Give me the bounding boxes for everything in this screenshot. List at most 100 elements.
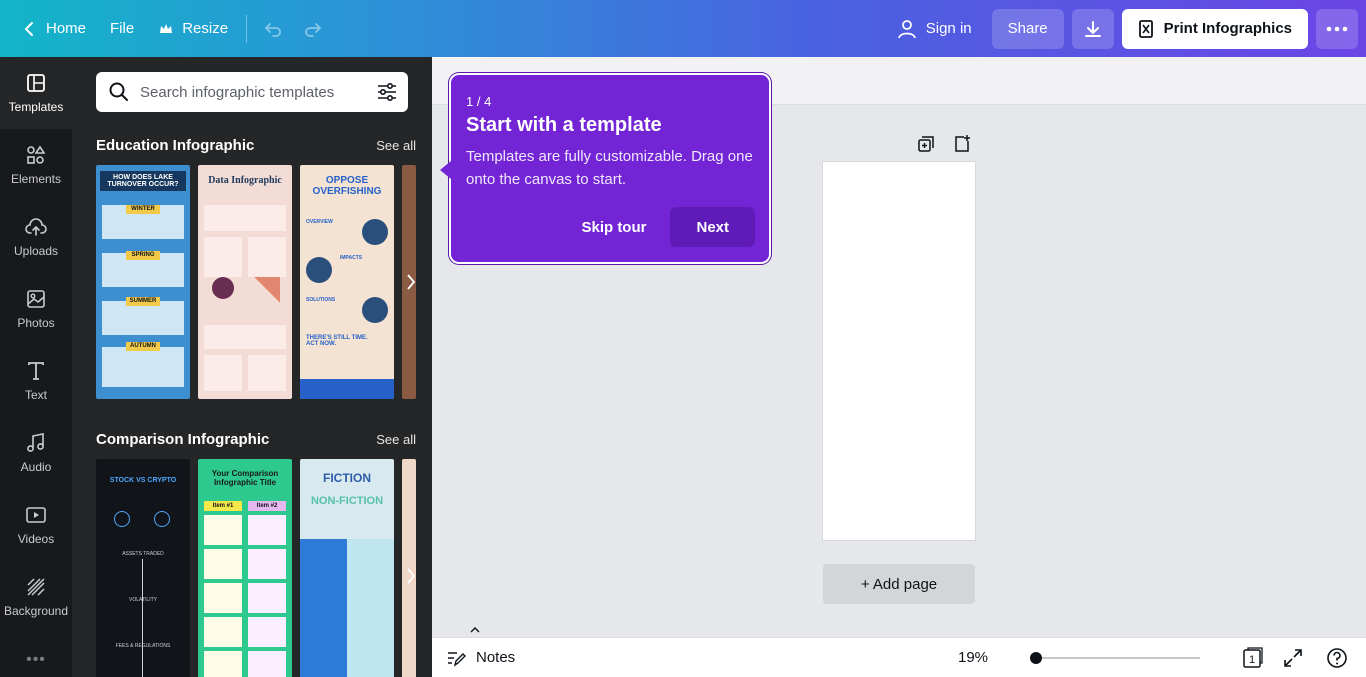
section-header-education: Education Infographic See all — [96, 137, 416, 154]
thumb-label: IMPACTS — [340, 255, 363, 261]
rail-label: Elements — [10, 172, 62, 186]
filter-icon[interactable] — [376, 81, 398, 103]
rail-item-background[interactable]: Background — [0, 561, 72, 633]
next-button[interactable]: Next — [670, 207, 755, 247]
thumb-label: SUMMER — [126, 297, 160, 306]
file-label: File — [110, 20, 135, 37]
page-count-button[interactable]: 1 — [1242, 647, 1264, 669]
toolbar-divider — [246, 14, 248, 43]
thumb-title: FICTION — [323, 471, 371, 485]
chevron-right-icon — [407, 568, 416, 584]
tour-body: Templates are fully customizable. Drag o… — [466, 148, 753, 188]
audio-icon — [27, 433, 44, 452]
zoom-slider-track[interactable] — [1032, 657, 1200, 659]
thumb-label: Item #2 — [248, 501, 286, 511]
page-actions — [916, 134, 972, 154]
print-label: Print Infographics — [1163, 20, 1292, 37]
sign-in-label: Sign in — [925, 20, 972, 37]
scroll-right-button[interactable] — [398, 262, 424, 302]
notes-button[interactable]: Notes — [446, 648, 515, 668]
thumb-title: Data Infographic — [208, 175, 282, 186]
help-icon — [1327, 648, 1347, 668]
thumb-label: OVERVIEW — [306, 219, 333, 225]
pages-icon: 1 — [1243, 647, 1263, 668]
section-title: Education Infographic — [96, 137, 255, 154]
rail-item-uploads[interactable]: Uploads — [0, 201, 72, 273]
rail-item-templates[interactable]: Templates — [0, 57, 72, 129]
file-menu-button[interactable]: File — [98, 9, 146, 49]
skip-tour-button[interactable]: Skip tour — [567, 207, 660, 247]
search-box — [96, 72, 408, 112]
help-button[interactable] — [1326, 647, 1348, 669]
rail-item-elements[interactable]: Elements — [0, 129, 72, 201]
thumb-label: THERE'S STILL TIME. ACT NOW. — [306, 335, 368, 347]
more-apps-icon[interactable]: ••• — [0, 651, 72, 669]
share-label: Share — [1007, 20, 1048, 37]
design-page[interactable] — [823, 162, 975, 540]
rail-item-audio[interactable]: Audio — [0, 417, 72, 489]
thumb-label: SOLUTIONS — [306, 297, 336, 303]
template-thumb-data-infographic[interactable]: Data Infographic — [198, 165, 292, 399]
thumb-label: WINTER — [126, 205, 160, 214]
more-icon — [1326, 26, 1348, 31]
download-icon — [1084, 20, 1101, 37]
notes-label: Notes — [476, 649, 516, 666]
thumb-title: OPPOSE OVERFISHING — [312, 175, 382, 197]
resize-button[interactable]: Resize — [146, 9, 240, 49]
elements-icon — [27, 145, 46, 164]
redo-button[interactable] — [293, 9, 333, 49]
print-infographics-button[interactable]: Print Infographics — [1121, 8, 1308, 49]
scroll-right-button[interactable] — [398, 556, 424, 596]
template-thumb-comparison-title[interactable]: Your Comparison Infographic Title Item #… — [198, 459, 292, 677]
add-page-icon[interactable] — [952, 134, 972, 154]
more-options-button[interactable] — [1316, 8, 1358, 49]
download-button[interactable] — [1071, 8, 1114, 49]
search-icon — [109, 82, 128, 101]
zoom-percentage[interactable]: 19% — [958, 649, 988, 666]
undo-icon — [264, 22, 281, 37]
search-input[interactable] — [140, 83, 366, 101]
template-thumb-stock-vs-crypto[interactable]: STOCK VS CRYPTO ASSETS TRADED VOLATILITY… — [96, 459, 190, 677]
rail-item-text[interactable]: Text — [0, 345, 72, 417]
rail-item-videos[interactable]: Videos — [0, 489, 72, 561]
crown-icon — [160, 23, 173, 33]
resize-label: Resize — [182, 20, 229, 37]
photos-icon — [27, 290, 45, 308]
add-page-button[interactable]: + Add page — [823, 564, 975, 604]
template-thumb-oppose-overfishing[interactable]: OPPOSE OVERFISHING OVERVIEW IMPACTS SOLU… — [300, 165, 394, 399]
expand-icon — [1284, 649, 1302, 667]
chevron-up-icon — [470, 627, 480, 633]
duplicate-page-icon[interactable] — [916, 134, 936, 154]
rail-label: Background — [3, 604, 69, 618]
thumb-label: FEES & REGULATIONS — [115, 643, 171, 649]
zoom-slider-handle[interactable] — [1030, 652, 1042, 664]
template-row-comparison: STOCK VS CRYPTO ASSETS TRADED VOLATILITY… — [96, 459, 416, 677]
thumb-label: AUTUMN — [126, 342, 160, 351]
print-icon — [1138, 19, 1153, 38]
text-icon — [28, 362, 44, 380]
chevron-left-icon — [24, 21, 33, 36]
thumb-subtitle: NON-FICTION — [310, 495, 384, 507]
thumb-label: SPRING — [126, 251, 160, 260]
fullscreen-button[interactable] — [1282, 647, 1304, 669]
thumb-label: VOLATILITY — [129, 597, 157, 603]
templates-panel: Education Infographic See all HOW DOES L… — [72, 57, 432, 677]
rail-item-photos[interactable]: Photos — [0, 273, 72, 345]
see-all-link[interactable]: See all — [376, 138, 416, 153]
template-thumb-fiction-nonfiction[interactable]: FICTION NON-FICTION — [300, 459, 394, 677]
page-count: 1 — [1249, 654, 1255, 666]
sign-in-button[interactable]: Sign in — [884, 9, 984, 49]
rail-label: Templates — [8, 100, 64, 114]
home-button[interactable]: Home — [10, 9, 98, 49]
rail-label: Text — [24, 388, 47, 402]
template-thumb-lake-turnover[interactable]: HOW DOES LAKE TURNOVER OCCUR? WINTER SPR… — [96, 165, 190, 399]
user-icon — [897, 19, 916, 38]
see-all-link[interactable]: See all — [376, 432, 416, 447]
template-row-education: HOW DOES LAKE TURNOVER OCCUR? WINTER SPR… — [96, 165, 416, 399]
left-nav-rail: Templates Elements Uploads Photos Text A… — [0, 57, 72, 677]
bottom-bar: Notes 19% 1 — [432, 637, 1366, 677]
rail-label: Uploads — [13, 244, 59, 258]
undo-button[interactable] — [253, 9, 293, 49]
share-button[interactable]: Share — [991, 8, 1064, 49]
thumb-label: Item #1 — [204, 501, 242, 511]
